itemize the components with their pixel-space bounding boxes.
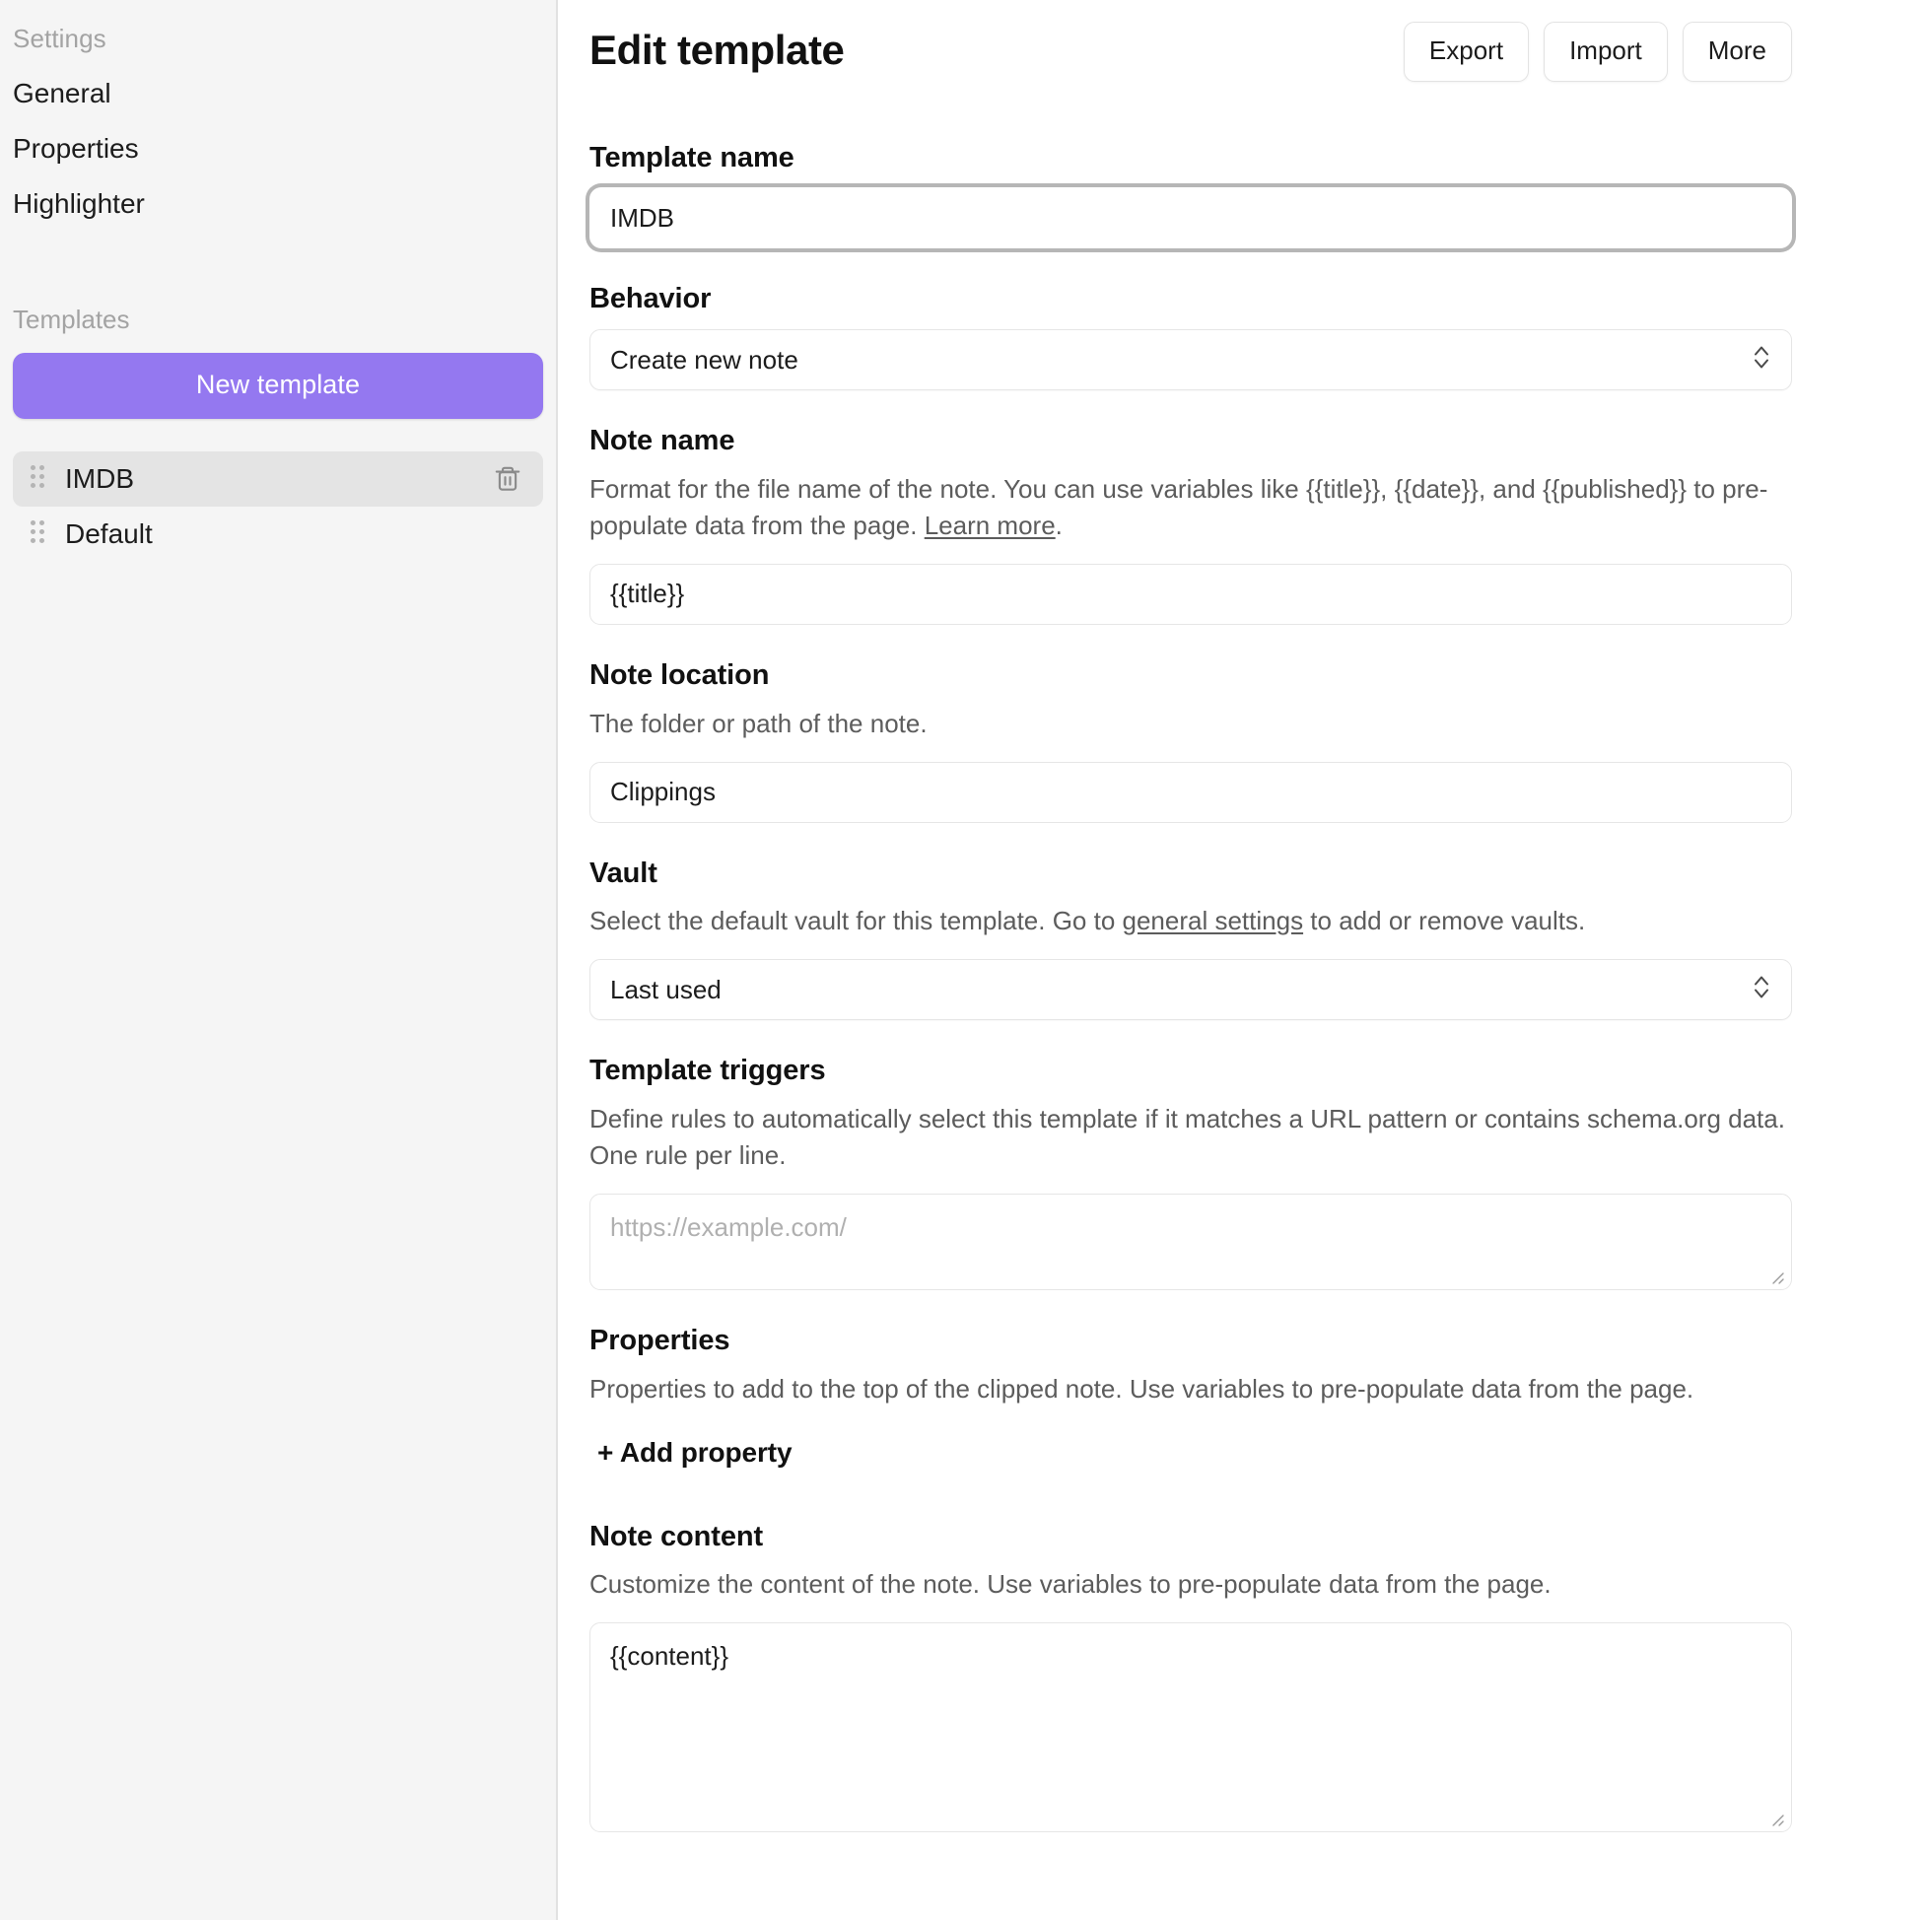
note-content-textarea[interactable]	[589, 1622, 1792, 1833]
note-name-label: Note name	[589, 425, 735, 457]
field-note-name: Note name Format for the file name of th…	[589, 424, 1792, 625]
trash-icon	[495, 467, 520, 492]
note-location-input[interactable]	[589, 761, 1792, 823]
properties-label: Properties	[589, 1324, 730, 1356]
note-location-description: The folder or path of the note.	[589, 708, 928, 738]
drag-handle-icon[interactable]	[31, 465, 48, 493]
sidebar-section-templates-heading: Templates	[13, 305, 130, 335]
template-name-label: Template name	[589, 141, 794, 173]
sidebar-item-highlighter[interactable]: Highlighter	[13, 176, 543, 232]
behavior-label: Behavior	[589, 283, 712, 315]
sidebar-item-general[interactable]: General	[13, 66, 543, 121]
note-content-label: Note content	[589, 1520, 764, 1552]
learn-more-link[interactable]: Learn more	[925, 511, 1056, 540]
vault-select[interactable]: Last used	[589, 959, 1792, 1021]
vault-select-value: Last used	[610, 974, 722, 1004]
add-property-button[interactable]: + Add property	[587, 1431, 801, 1474]
note-name-description-text-2: .	[1055, 510, 1063, 540]
note-name-input[interactable]	[589, 563, 1792, 625]
field-note-content: Note content Customize the content of th…	[589, 1520, 1792, 1833]
header-actions: Export Import More	[1403, 22, 1792, 82]
sidebar-section-settings-heading: Settings	[13, 24, 106, 53]
note-name-description: Format for the file name of the note. Yo…	[589, 471, 1792, 544]
vault-description-text-1: Select the default vault for this templa…	[589, 906, 1123, 936]
template-triggers-textarea[interactable]	[589, 1193, 1792, 1290]
vault-label: Vault	[589, 857, 657, 889]
new-template-button[interactable]: New template	[13, 353, 543, 420]
properties-description: Properties to add to the top of the clip…	[589, 1373, 1694, 1404]
note-name-description-text-1: Format for the file name of the note. Yo…	[589, 473, 1768, 540]
drag-handle-icon[interactable]	[31, 520, 48, 548]
more-button[interactable]: More	[1682, 22, 1792, 82]
vault-description: Select the default vault for this templa…	[589, 903, 1792, 939]
delete-template-button[interactable]	[486, 457, 529, 501]
field-behavior: Behavior Create new note	[589, 282, 1792, 391]
field-vault: Vault Select the default vault for this …	[589, 857, 1792, 1021]
behavior-select-value: Create new note	[610, 344, 798, 375]
settings-window: Settings General Properties Highlighter …	[0, 0, 1932, 1920]
main-header: Edit template Export Import More	[589, 22, 1792, 82]
vault-description-text-2: to add or remove vaults.	[1303, 906, 1586, 936]
main-panel: Edit template Export Import More Templat…	[558, 0, 1932, 1920]
import-button[interactable]: Import	[1544, 22, 1668, 82]
export-button[interactable]: Export	[1403, 22, 1530, 82]
template-list-item-label: Default	[65, 518, 153, 550]
template-triggers-label: Template triggers	[589, 1055, 826, 1087]
field-template-name: Template name	[589, 141, 1792, 249]
template-list: IMDB Default	[13, 451, 543, 562]
template-list-item-imdb[interactable]: IMDB	[13, 451, 543, 508]
field-properties: Properties Properties to add to the top …	[589, 1324, 1792, 1474]
behavior-select[interactable]: Create new note	[589, 329, 1792, 391]
sidebar-item-properties[interactable]: Properties	[13, 121, 543, 176]
field-template-triggers: Template triggers Define rules to automa…	[589, 1054, 1792, 1290]
template-list-item-label: IMDB	[65, 463, 134, 495]
sidebar: Settings General Properties Highlighter …	[0, 0, 558, 1920]
note-location-label: Note location	[589, 658, 770, 691]
page-title: Edit template	[589, 27, 845, 73]
template-triggers-description: Define rules to automatically select thi…	[589, 1104, 1785, 1170]
field-note-location: Note location The folder or path of the …	[589, 658, 1792, 823]
template-list-item-default[interactable]: Default	[13, 507, 543, 562]
template-name-input[interactable]	[589, 187, 1792, 249]
note-content-description: Customize the content of the note. Use v…	[589, 1569, 1552, 1600]
general-settings-link[interactable]: general settings	[1123, 906, 1304, 935]
